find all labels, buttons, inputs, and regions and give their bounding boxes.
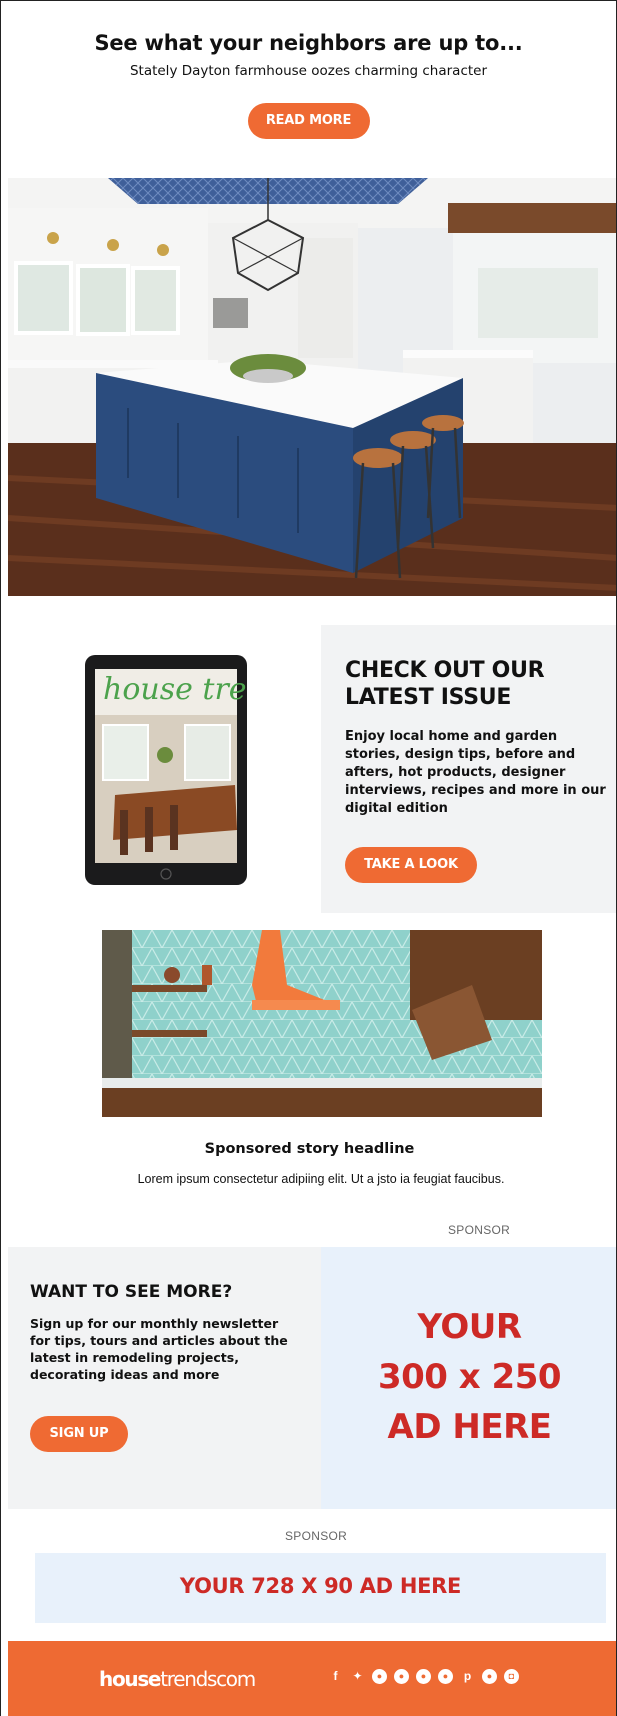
ad-300-line2: 300 x 250: [377, 1357, 562, 1397]
instagram-icon[interactable]: ◘: [504, 1669, 519, 1684]
footer: housetrendscom f ✦ ● ● ● ● p ● ◘: [8, 1641, 616, 1716]
take-a-look-button[interactable]: TAKE A LOOK: [345, 847, 477, 883]
newsletter-body: Sign up for our monthly newsletter for t…: [30, 1316, 288, 1382]
ad-728-text: YOUR 728 X 90 AD HERE: [179, 1574, 462, 1598]
newsletter-panel: WANT TO SEE MORE? Sign up for our monthl…: [8, 1247, 321, 1509]
social-icon-1[interactable]: ●: [372, 1669, 387, 1684]
logo-bold: house: [99, 1667, 161, 1691]
latest-issue-panel: CHECK OUT OUR LATEST ISSUE Enjoy local h…: [321, 625, 616, 913]
social-icon-2[interactable]: ●: [394, 1669, 409, 1684]
newsletter-title: WANT TO SEE MORE?: [30, 1282, 233, 1302]
sponsored-story-body: Lorem ipsum consectetur adipiing elit. U…: [137, 1172, 505, 1186]
header-subtitle: Stately Dayton farmhouse oozes charming …: [129, 63, 488, 79]
social-icons: f ✦ ● ● ● ● p ● ◘: [328, 1669, 519, 1684]
magazine-tablet-image[interactable]: house trends: [85, 655, 247, 885]
ad-300-line1: YOUR: [417, 1307, 522, 1347]
read-more-button[interactable]: READ MORE: [247, 103, 370, 139]
issue-body: Enjoy local home and garden stories, des…: [345, 729, 606, 816]
sign-up-button[interactable]: SIGN UP: [30, 1416, 128, 1452]
ad-300x250-placeholder[interactable]: YOUR 300 x 250 AD HERE: [321, 1247, 616, 1509]
logo-light: trendscom: [160, 1667, 256, 1691]
social-icon-4[interactable]: ●: [438, 1669, 453, 1684]
facebook-icon[interactable]: f: [328, 1669, 343, 1684]
sponsored-story-headline[interactable]: Sponsored story headline: [1, 1141, 616, 1157]
email-frame: See what your neighbors are up to... Sta…: [0, 0, 617, 1716]
sponsored-story-image[interactable]: [102, 930, 542, 1117]
social-icon-3[interactable]: ●: [416, 1669, 431, 1684]
pinterest-icon[interactable]: p: [460, 1669, 475, 1684]
header-title: See what your neighbors are up to...: [94, 31, 523, 55]
ad-300-line3: AD HERE: [387, 1407, 552, 1447]
sponsor-label-2: SPONSOR: [285, 1529, 348, 1543]
sponsor-label: SPONSOR: [448, 1223, 511, 1237]
header-section: See what your neighbors are up to... Sta…: [1, 1, 616, 177]
kitchen-hero-image[interactable]: [8, 178, 617, 596]
social-icon-5[interactable]: ●: [482, 1669, 497, 1684]
twitter-icon[interactable]: ✦: [350, 1669, 365, 1684]
issue-title: CHECK OUT OUR LATEST ISSUE: [345, 658, 545, 710]
magazine-brand: house trends: [103, 672, 247, 707]
housetrends-logo[interactable]: housetrendscom: [99, 1667, 256, 1691]
ad-728x90-placeholder[interactable]: YOUR 728 X 90 AD HERE: [35, 1553, 606, 1623]
